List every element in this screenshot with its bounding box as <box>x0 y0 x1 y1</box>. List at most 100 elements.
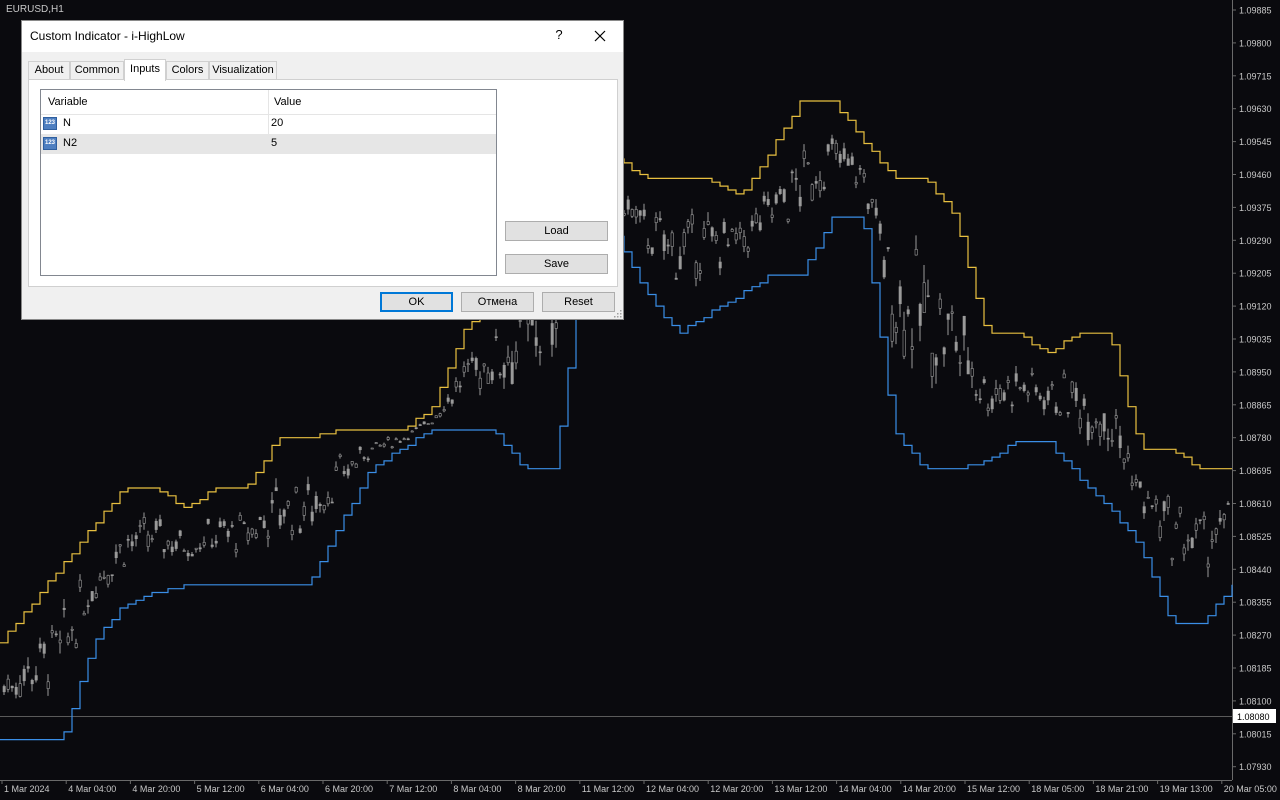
candle-body <box>874 207 878 216</box>
candle-body <box>1094 421 1098 424</box>
candle-body <box>182 550 186 552</box>
candle-body <box>274 487 278 492</box>
candle-body <box>1058 412 1062 416</box>
candle-body <box>994 388 998 396</box>
candle-body <box>1198 519 1202 521</box>
candle-body <box>394 438 398 441</box>
tab-common[interactable]: Common <box>70 61 124 79</box>
tab-about[interactable]: About <box>28 61 70 79</box>
numeric-type-icon: 123 <box>43 137 57 150</box>
price-tick-label: 1.09035 <box>1239 335 1272 345</box>
candle-body <box>230 525 234 527</box>
candle-body <box>1034 387 1038 393</box>
close-icon[interactable] <box>590 26 610 46</box>
candle-body <box>798 196 802 207</box>
candle-body <box>58 639 62 644</box>
variable-value[interactable]: 20 <box>271 117 283 129</box>
candle-body <box>1018 387 1022 389</box>
candle-body <box>1142 506 1146 514</box>
price-tick-label: 1.09545 <box>1239 137 1272 147</box>
candle-body <box>1010 404 1014 407</box>
save-button[interactable]: Save <box>505 254 608 274</box>
time-tick-label: 4 Mar 04:00 <box>68 784 116 794</box>
price-tick-label: 1.09290 <box>1239 236 1272 246</box>
time-tick-label: 8 Mar 04:00 <box>453 784 501 794</box>
candle-body <box>54 633 58 636</box>
price-tick-label: 1.08950 <box>1239 367 1272 377</box>
variable-value[interactable]: 5 <box>271 137 277 149</box>
candle-body <box>1086 421 1090 441</box>
candle-body <box>494 336 498 338</box>
tab-visualization[interactable]: Visualization <box>209 61 277 79</box>
candle-body <box>858 168 862 170</box>
help-button[interactable]: ? <box>552 27 566 42</box>
candle-body <box>374 442 378 444</box>
candle-body <box>358 446 362 451</box>
candle-body <box>1214 528 1218 535</box>
candle-body <box>1070 381 1074 393</box>
candle-body <box>22 668 26 682</box>
tab-colors[interactable]: Colors <box>166 61 209 79</box>
candle-body <box>666 244 670 247</box>
candle-body <box>866 203 870 210</box>
candle-body <box>1194 523 1198 531</box>
candle-body <box>970 368 974 377</box>
current-price-label: 1.08080 <box>1237 712 1270 722</box>
candle-body <box>1170 557 1174 561</box>
dialog-titlebar[interactable]: Custom Indicator - i-HighLow ? <box>22 21 623 52</box>
candle-body <box>1178 506 1182 514</box>
price-tick-label: 1.08610 <box>1239 499 1272 509</box>
candle-body <box>698 270 702 274</box>
candle-body <box>1210 539 1214 542</box>
candle-body <box>1190 537 1194 548</box>
time-tick-label: 20 Mar 05:00 <box>1224 784 1277 794</box>
ok-button[interactable]: OK <box>380 292 453 312</box>
candle-body <box>934 357 938 366</box>
candle-body <box>1006 380 1010 383</box>
candle-body <box>954 341 958 351</box>
column-header-value[interactable]: Value <box>274 96 301 108</box>
candle-body <box>870 199 874 203</box>
time-tick-label: 12 Mar 20:00 <box>710 784 763 794</box>
price-tick-label: 1.07930 <box>1239 762 1272 772</box>
candle-body <box>790 171 794 174</box>
candle-body <box>890 313 894 342</box>
candle-body <box>426 423 430 425</box>
candle-body <box>410 430 414 433</box>
load-button[interactable]: Load <box>505 221 608 241</box>
candle-body <box>1162 501 1166 512</box>
candle-body <box>710 227 714 237</box>
column-header-variable[interactable]: Variable <box>48 96 88 108</box>
tab-inputs[interactable]: Inputs <box>124 59 166 81</box>
candle-body <box>98 576 102 581</box>
input-row-n2[interactable]: 123 N2 5 <box>41 134 496 154</box>
candle-body <box>2 686 6 693</box>
price-tick-label: 1.09460 <box>1239 170 1272 180</box>
candle-body <box>382 443 386 447</box>
candle-body <box>50 630 54 634</box>
candle-body <box>66 636 70 644</box>
candle-body <box>226 530 230 537</box>
candle-body <box>518 320 522 322</box>
cancel-button[interactable]: Отмена <box>461 292 534 312</box>
resize-grip-icon[interactable] <box>614 310 622 318</box>
candle-body <box>674 277 678 280</box>
candle-body <box>990 398 994 410</box>
candle-body <box>398 441 402 443</box>
candle-body <box>218 521 222 528</box>
candle-body <box>126 538 130 541</box>
input-row-n[interactable]: 123 N 20 <box>41 114 496 134</box>
candle-body <box>294 487 298 493</box>
candle-body <box>354 463 358 468</box>
candle-body <box>642 209 646 217</box>
candle-body <box>850 156 854 165</box>
candle-body <box>630 209 634 217</box>
time-tick-label: 5 Mar 12:00 <box>197 784 245 794</box>
candle-body <box>370 447 374 450</box>
candle-body <box>170 546 174 553</box>
candle-body <box>1074 387 1078 401</box>
candle-body <box>462 366 466 373</box>
candle-body <box>918 303 922 326</box>
candle-body <box>998 388 1002 401</box>
reset-button[interactable]: Reset <box>542 292 615 312</box>
